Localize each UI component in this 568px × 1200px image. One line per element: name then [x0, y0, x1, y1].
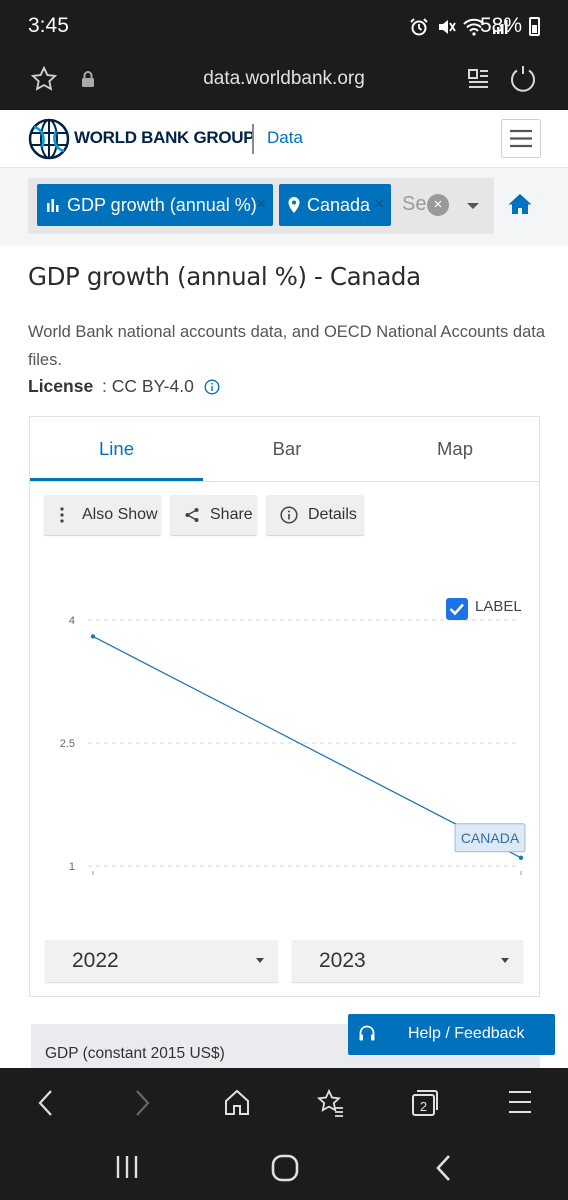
license-value: CC BY-4.0 [111, 376, 194, 396]
battery-icon [529, 17, 540, 36]
indicator-chip-remove-icon[interactable]: × [256, 194, 266, 214]
world-bank-logo-text[interactable]: WORLD BANK GROUP [74, 128, 255, 148]
back-icon[interactable] [36, 1088, 56, 1118]
filter-search-input[interactable]: Se [402, 193, 426, 216]
license-separator: : [97, 376, 112, 396]
chevron-down-icon [256, 958, 264, 963]
page-title: GDP growth (annual %) - Canada [28, 262, 421, 291]
also-show-button[interactable]: Also Show [44, 495, 161, 535]
status-time: 3:45 [28, 14, 69, 37]
browser-home-icon[interactable] [222, 1088, 252, 1118]
browser-url-bar: data.worldbank.org [0, 52, 568, 110]
tab-bar[interactable]: Bar [203, 416, 371, 482]
help-feedback-button[interactable]: Help / Feedback [348, 1014, 555, 1055]
details-button[interactable]: Details [266, 495, 364, 535]
system-nav-bar [0, 1136, 568, 1200]
alarm-icon [410, 18, 428, 36]
series-label-text: CANADA [461, 830, 520, 846]
help-feedback-label: Help / Feedback [408, 1025, 525, 1042]
menu-icon[interactable] [501, 119, 541, 159]
end-year-select[interactable]: 2023 [292, 940, 523, 982]
bar-chart-icon [47, 199, 59, 212]
license-row: License : CC BY-4.0 [28, 376, 220, 397]
label-toggle-text: LABEL [475, 598, 522, 615]
battery-percent: 58% [479, 14, 522, 37]
tab-line[interactable]: Line [30, 416, 203, 482]
source-text: World Bank national accounts data, and O… [28, 323, 546, 369]
y-tick-label: 4 [69, 615, 75, 627]
share-button[interactable]: Share [170, 495, 257, 535]
map-pin-icon [288, 197, 300, 213]
data-point[interactable] [90, 634, 96, 639]
tab-divider [30, 481, 539, 482]
license-label: License [28, 376, 94, 396]
label-toggle-checkbox[interactable] [446, 598, 468, 620]
bookmarks-icon[interactable] [316, 1088, 346, 1118]
line-chart: 4 2.5 1 CANADA LABEL [60, 598, 526, 875]
world-bank-logo-icon[interactable] [28, 118, 70, 160]
clear-filters-icon[interactable]: × [427, 194, 449, 216]
next-indicator-title[interactable]: GDP (constant 2015 US$) [45, 1045, 225, 1063]
also-show-label: Also Show [82, 506, 158, 523]
more-vertical-icon [60, 507, 64, 523]
indicator-filter-chip[interactable]: GDP growth (annual %) × [37, 184, 273, 226]
y-tick-label: 1 [69, 861, 75, 873]
data-point[interactable] [518, 855, 524, 860]
home-nav-icon[interactable] [270, 1153, 300, 1183]
filter-dropdown-caret-icon[interactable] [467, 203, 479, 209]
details-label: Details [308, 506, 357, 523]
reload-icon[interactable] [508, 64, 538, 94]
tabs-icon[interactable]: 2 [410, 1088, 440, 1118]
site-header: WORLD BANK GROUP Data [0, 110, 568, 168]
recent-apps-icon[interactable] [114, 1153, 140, 1181]
logo-divider [252, 124, 254, 154]
active-tab-indicator [30, 478, 203, 481]
status-bar: 3:45 58% [0, 0, 568, 52]
country-chip-label: Canada [307, 194, 371, 215]
back-nav-icon[interactable] [434, 1153, 454, 1183]
end-year-value: 2023 [319, 949, 366, 972]
forward-icon[interactable] [132, 1088, 152, 1118]
start-year-select[interactable]: 2022 [45, 940, 278, 982]
info-icon[interactable] [204, 378, 220, 395]
home-icon[interactable] [507, 192, 533, 216]
tab-map[interactable]: Map [371, 416, 539, 482]
share-label: Share [210, 506, 253, 523]
mute-icon [439, 20, 456, 34]
y-tick-label: 2.5 [60, 738, 75, 750]
tab-count: 2 [420, 1099, 427, 1114]
data-section-link[interactable]: Data [267, 128, 303, 148]
country-chip-remove-icon[interactable]: × [374, 194, 384, 214]
browser-menu-icon[interactable] [508, 1088, 532, 1116]
headset-icon [359, 1025, 375, 1041]
indicator-chip-label: GDP growth (annual %) [67, 194, 257, 215]
country-filter-chip[interactable]: Canada × [279, 184, 391, 226]
share-icon [185, 508, 199, 522]
reader-mode-icon[interactable] [466, 67, 490, 93]
details-info-icon [280, 506, 298, 524]
start-year-value: 2022 [72, 949, 119, 972]
browser-toolbar: 2 [0, 1068, 568, 1136]
chevron-down-icon [501, 958, 509, 963]
